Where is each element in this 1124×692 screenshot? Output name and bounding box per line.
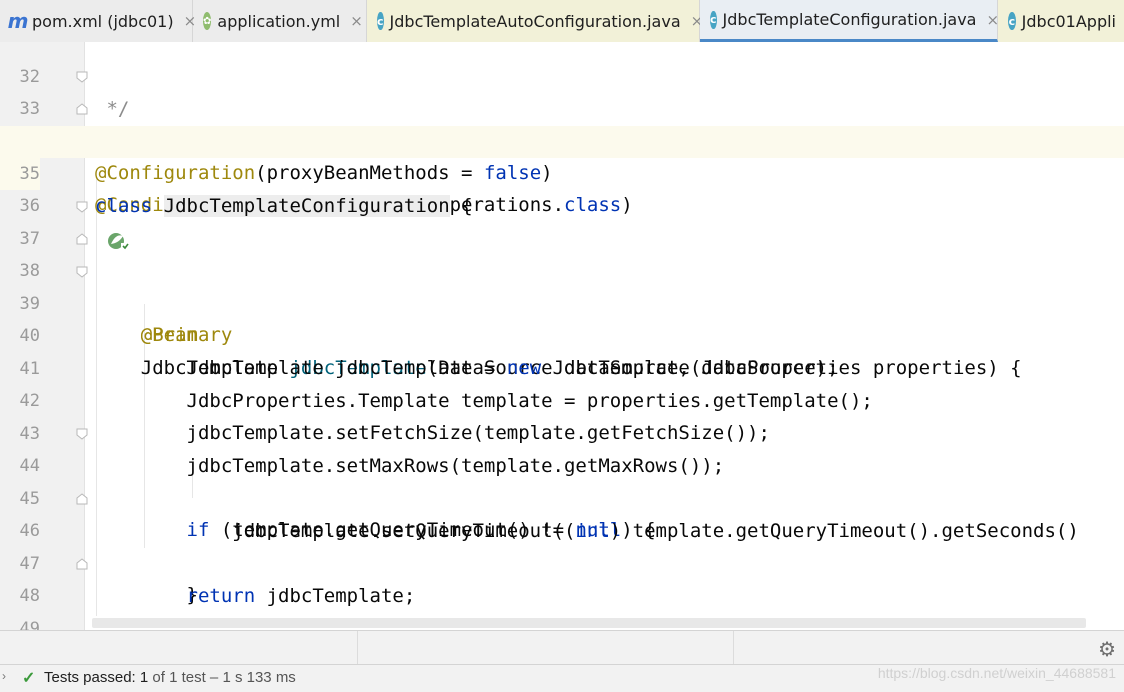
status-suffix: of 1 test – 1 s 133 ms	[148, 669, 296, 686]
code-line-49: 49	[0, 581, 1124, 630]
fold-end-icon[interactable]	[76, 558, 88, 570]
code-line-35: 35 class JdbcTemplateConfiguration {	[0, 126, 1124, 217]
tab-label: pom.xml (jdbc01)	[32, 11, 174, 31]
code-line-38: 38 @Primary	[0, 223, 1124, 346]
tab-jdbc01-application[interactable]: c Jdbc01Appli	[998, 0, 1124, 42]
tab-label: application.yml	[217, 11, 341, 31]
code-line-46: 46 }	[0, 483, 1124, 606]
fold-end-icon[interactable]	[76, 493, 88, 505]
tab-label: Jdbc01Appli	[1021, 11, 1116, 31]
fold-start-icon[interactable]	[76, 428, 88, 440]
tab-jdbc-template-auto-configuration[interactable]: c JdbcTemplateAutoConfiguration.java ×	[367, 0, 703, 42]
close-icon[interactable]: ×	[350, 12, 363, 30]
tab-pom-xml[interactable]: m pom.xml (jdbc01) ×	[0, 0, 196, 42]
tool-cell	[358, 631, 734, 665]
status-prefix: Tests passed:	[44, 669, 140, 686]
code-line-45: 45 jdbcTemplate.setQueryTimeout((int) te…	[0, 451, 1124, 542]
java-class-icon: c	[377, 12, 384, 30]
editor-tab-bar: m pom.xml (jdbc01) × ✿ application.yml ×…	[0, 0, 1124, 43]
tests-status[interactable]: Tests passed: 1 of 1 test – 1 s 133 ms	[44, 669, 296, 686]
code-editor[interactable]: 32 */ 33 @Configuration(proxyBeanMethods…	[0, 42, 1124, 630]
code-line-43: 43 jdbcTemplate.setMaxRows(template.getM…	[0, 386, 1124, 477]
tool-window-bar: ⚙	[0, 630, 1124, 665]
tab-label: JdbcTemplateConfiguration.java	[722, 10, 977, 29]
fold-start-icon[interactable]	[76, 266, 88, 278]
code-line-36: 36	[0, 158, 1124, 216]
expand-icon[interactable]: ›	[2, 669, 6, 683]
horizontal-scrollbar[interactable]	[92, 618, 1086, 628]
fold-start-icon[interactable]	[76, 201, 88, 213]
gear-icon[interactable]: ⚙	[1098, 637, 1116, 661]
code-line-48: 48 }	[0, 548, 1124, 606]
fold-end-icon[interactable]	[76, 233, 88, 245]
watermark: https://blog.csdn.net/weixin_44688581	[877, 665, 1116, 681]
fold-start-icon[interactable]	[76, 71, 88, 83]
tool-cell	[734, 631, 1124, 665]
code-line-41: 41 JdbcProperties.Template template = pr…	[0, 321, 1124, 412]
tab-jdbc-template-configuration[interactable]: c JdbcTemplateConfiguration.java ×	[700, 0, 999, 42]
code-line-40: 40 JdbcTemplate jdbcTemplate = new JdbcT…	[0, 288, 1124, 379]
maven-icon: m	[7, 9, 29, 33]
tool-cell	[0, 631, 358, 665]
code-line-32: 32 */	[0, 42, 1124, 120]
java-class-icon: c	[710, 10, 717, 29]
tab-label: JdbcTemplateAutoConfiguration.java	[389, 11, 681, 31]
code-line-34: 34 @ConditionalOnMissingBean(JdbcOperati…	[0, 93, 1124, 216]
spring-leaf-icon: ✿	[203, 12, 212, 30]
code-line-44: 44 if (template.getQueryTimeout() != nul…	[0, 418, 1124, 541]
code-line-37: 37 @Bean	[0, 191, 1124, 346]
code-line-47: 47 return jdbcTemplate;	[0, 516, 1124, 607]
java-class-icon: c	[1008, 12, 1016, 30]
code-line-33: 33 @Configuration(proxyBeanMethods = fal…	[0, 61, 1124, 184]
code-line-39: 39 JdbcTemplate jdbcTemplate(DataSource …	[0, 256, 1124, 379]
fold-end-icon[interactable]	[76, 103, 88, 115]
check-icon: ✓	[22, 670, 36, 687]
status-count: 1	[139, 669, 149, 686]
tab-application-yml[interactable]: ✿ application.yml ×	[193, 0, 367, 42]
code-line-42: 42 jdbcTemplate.setFetchSize(template.ge…	[0, 353, 1124, 444]
